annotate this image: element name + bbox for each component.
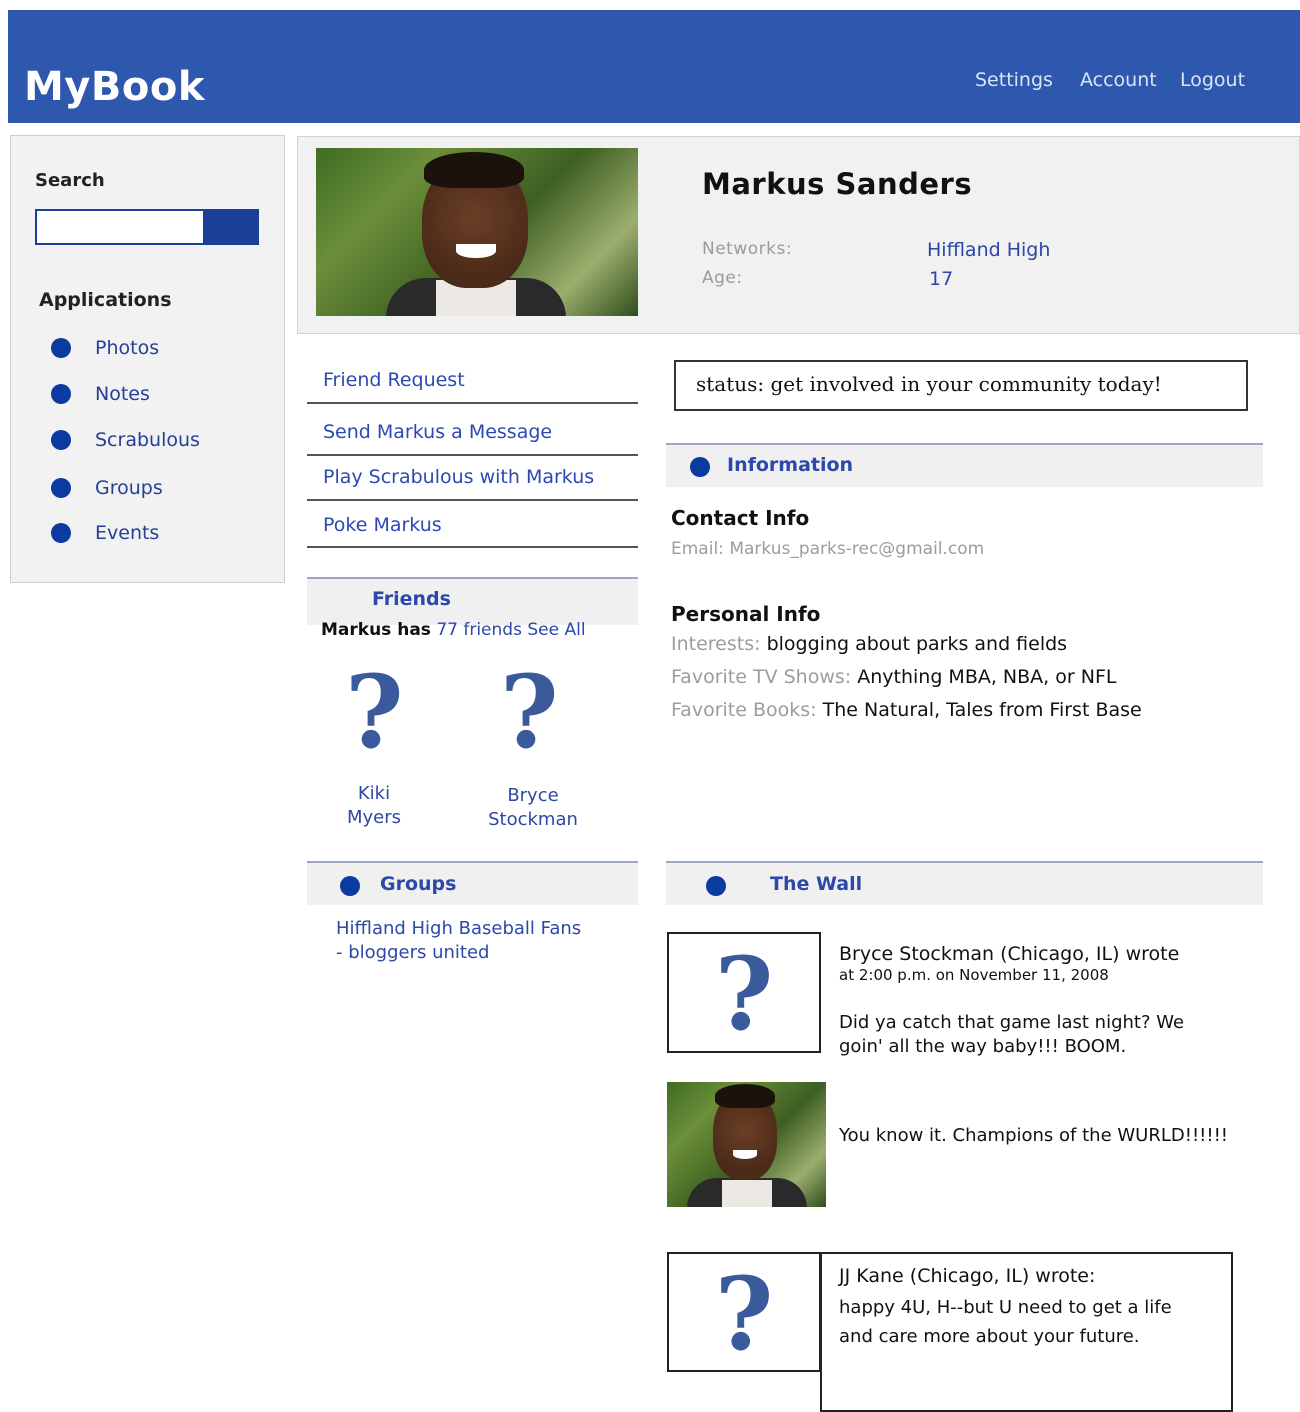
friends-count: 77 friends xyxy=(436,620,522,640)
app-label: Events xyxy=(95,522,160,544)
unknown-avatar-icon: ? xyxy=(714,935,774,1053)
group-link[interactable]: - bloggers united xyxy=(336,942,489,963)
wall-post-avatar[interactable]: ? xyxy=(667,1252,821,1372)
settings-link[interactable]: Settings xyxy=(975,69,1053,91)
app-item-scrabulous[interactable]: Scrabulous xyxy=(51,425,200,455)
wall-post-timestamp: at 2:00 p.m. on November 11, 2008 xyxy=(839,966,1109,984)
bullet-icon xyxy=(340,876,360,896)
status-box: status: get involved in your community t… xyxy=(674,360,1248,411)
sidebar: Search Applications Photos Notes Scrabul… xyxy=(10,135,285,583)
books-value: The Natural, Tales from First Base xyxy=(822,699,1142,721)
app-item-groups[interactable]: Groups xyxy=(51,473,163,503)
wall-post-author[interactable]: Bryce Stockman (Chicago, IL) wrote xyxy=(839,942,1179,966)
interests-value: blogging about parks and fields xyxy=(766,633,1068,655)
wall-post-avatar[interactable] xyxy=(667,1082,826,1207)
interests-label: Interests: xyxy=(671,633,761,655)
bullet-icon xyxy=(706,876,726,896)
friends-summary-prefix: Markus has xyxy=(321,620,431,640)
contact-info-heading: Contact Info xyxy=(671,506,810,530)
email-label: Email: xyxy=(671,539,724,559)
site-logo[interactable]: MyBook xyxy=(24,64,205,110)
networks-label: Networks: xyxy=(702,239,793,259)
tv-shows-value: Anything MBA, NBA, or NFL xyxy=(857,666,1117,688)
friends-title: Friends xyxy=(372,588,451,610)
wall-section-bar xyxy=(666,861,1263,905)
profile-photo[interactable] xyxy=(316,148,638,316)
bullet-icon xyxy=(51,338,71,358)
age-value: 17 xyxy=(929,268,954,290)
app-item-events[interactable]: Events xyxy=(51,518,159,548)
wall-post-text: happy 4U, H--but U need to get a life xyxy=(839,1297,1172,1318)
wall-post-text: and care more about your future. xyxy=(839,1326,1140,1347)
wall-post-text: You know it. Champions of the WURLD!!!!!… xyxy=(839,1125,1229,1146)
groups-title: Groups xyxy=(380,873,457,895)
unknown-avatar-icon[interactable]: ? xyxy=(345,662,404,762)
applications-heading: Applications xyxy=(39,289,172,311)
friend-first-name: Kiki xyxy=(357,783,391,804)
wall-post-text: Did ya catch that game last night? We xyxy=(839,1012,1185,1033)
friend-name-bryce[interactable]: Bryce Stockman xyxy=(478,784,588,832)
app-label: Photos xyxy=(95,337,160,359)
friend-name-kiki[interactable]: Kiki Myers xyxy=(324,782,424,830)
bullet-icon xyxy=(51,523,71,543)
friends-summary: Markus has 77 friends See All xyxy=(321,620,586,640)
group-link[interactable]: Hiffland High Baseball Fans xyxy=(336,918,581,939)
age-label: Age: xyxy=(702,268,743,288)
friend-first-name: Bryce xyxy=(507,785,559,806)
email-row: Email: Markus_parks-rec@gmail.com xyxy=(671,539,984,559)
wall-title: The Wall xyxy=(770,873,863,895)
unknown-avatar-icon[interactable]: ? xyxy=(500,662,559,762)
books-row: Favorite Books: The Natural, Tales from … xyxy=(671,699,1142,721)
bullet-icon xyxy=(51,430,71,450)
books-label: Favorite Books: xyxy=(671,699,817,721)
email-value: Markus_parks-rec@gmail.com xyxy=(729,539,985,559)
wall-post-text: goin' all the way baby!!! BOOM. xyxy=(839,1036,1127,1057)
logout-link[interactable]: Logout xyxy=(1180,69,1245,91)
app-label: Scrabulous xyxy=(95,429,200,451)
unknown-avatar-icon: ? xyxy=(714,1255,774,1373)
networks-value-link[interactable]: Hiffland High xyxy=(927,239,1050,261)
send-message-link[interactable]: Send Markus a Message xyxy=(307,421,638,456)
bullet-icon xyxy=(51,478,71,498)
account-link[interactable]: Account xyxy=(1080,69,1157,91)
app-item-photos[interactable]: Photos xyxy=(51,333,159,363)
see-all-friends-link[interactable]: See All xyxy=(527,620,585,640)
tv-shows-label: Favorite TV Shows: xyxy=(671,666,852,688)
search-input[interactable] xyxy=(35,209,205,245)
bullet-icon xyxy=(690,457,710,477)
profile-name: Markus Sanders xyxy=(702,167,973,201)
bullet-icon xyxy=(51,384,71,404)
friends-section-bar xyxy=(307,577,638,625)
poke-link[interactable]: Poke Markus xyxy=(307,514,638,548)
wall-post-author[interactable]: JJ Kane (Chicago, IL) wrote: xyxy=(839,1264,1095,1288)
information-title: Information xyxy=(727,454,854,476)
personal-info-heading: Personal Info xyxy=(671,602,821,626)
wall-post-avatar[interactable]: ? xyxy=(667,932,821,1053)
friend-last-name: Myers xyxy=(346,807,402,828)
friend-last-name: Stockman xyxy=(488,809,578,830)
tv-shows-row: Favorite TV Shows: Anything MBA, NBA, or… xyxy=(671,666,1116,688)
app-label: Notes xyxy=(95,383,150,405)
friend-request-link[interactable]: Friend Request xyxy=(307,369,638,404)
search-button[interactable] xyxy=(205,209,259,245)
interests-row: Interests: blogging about parks and fiel… xyxy=(671,633,1067,655)
search-label: Search xyxy=(35,170,105,191)
app-label: Groups xyxy=(95,477,163,499)
play-scrabulous-link[interactable]: Play Scrabulous with Markus xyxy=(307,466,638,501)
app-item-notes[interactable]: Notes xyxy=(51,379,150,409)
